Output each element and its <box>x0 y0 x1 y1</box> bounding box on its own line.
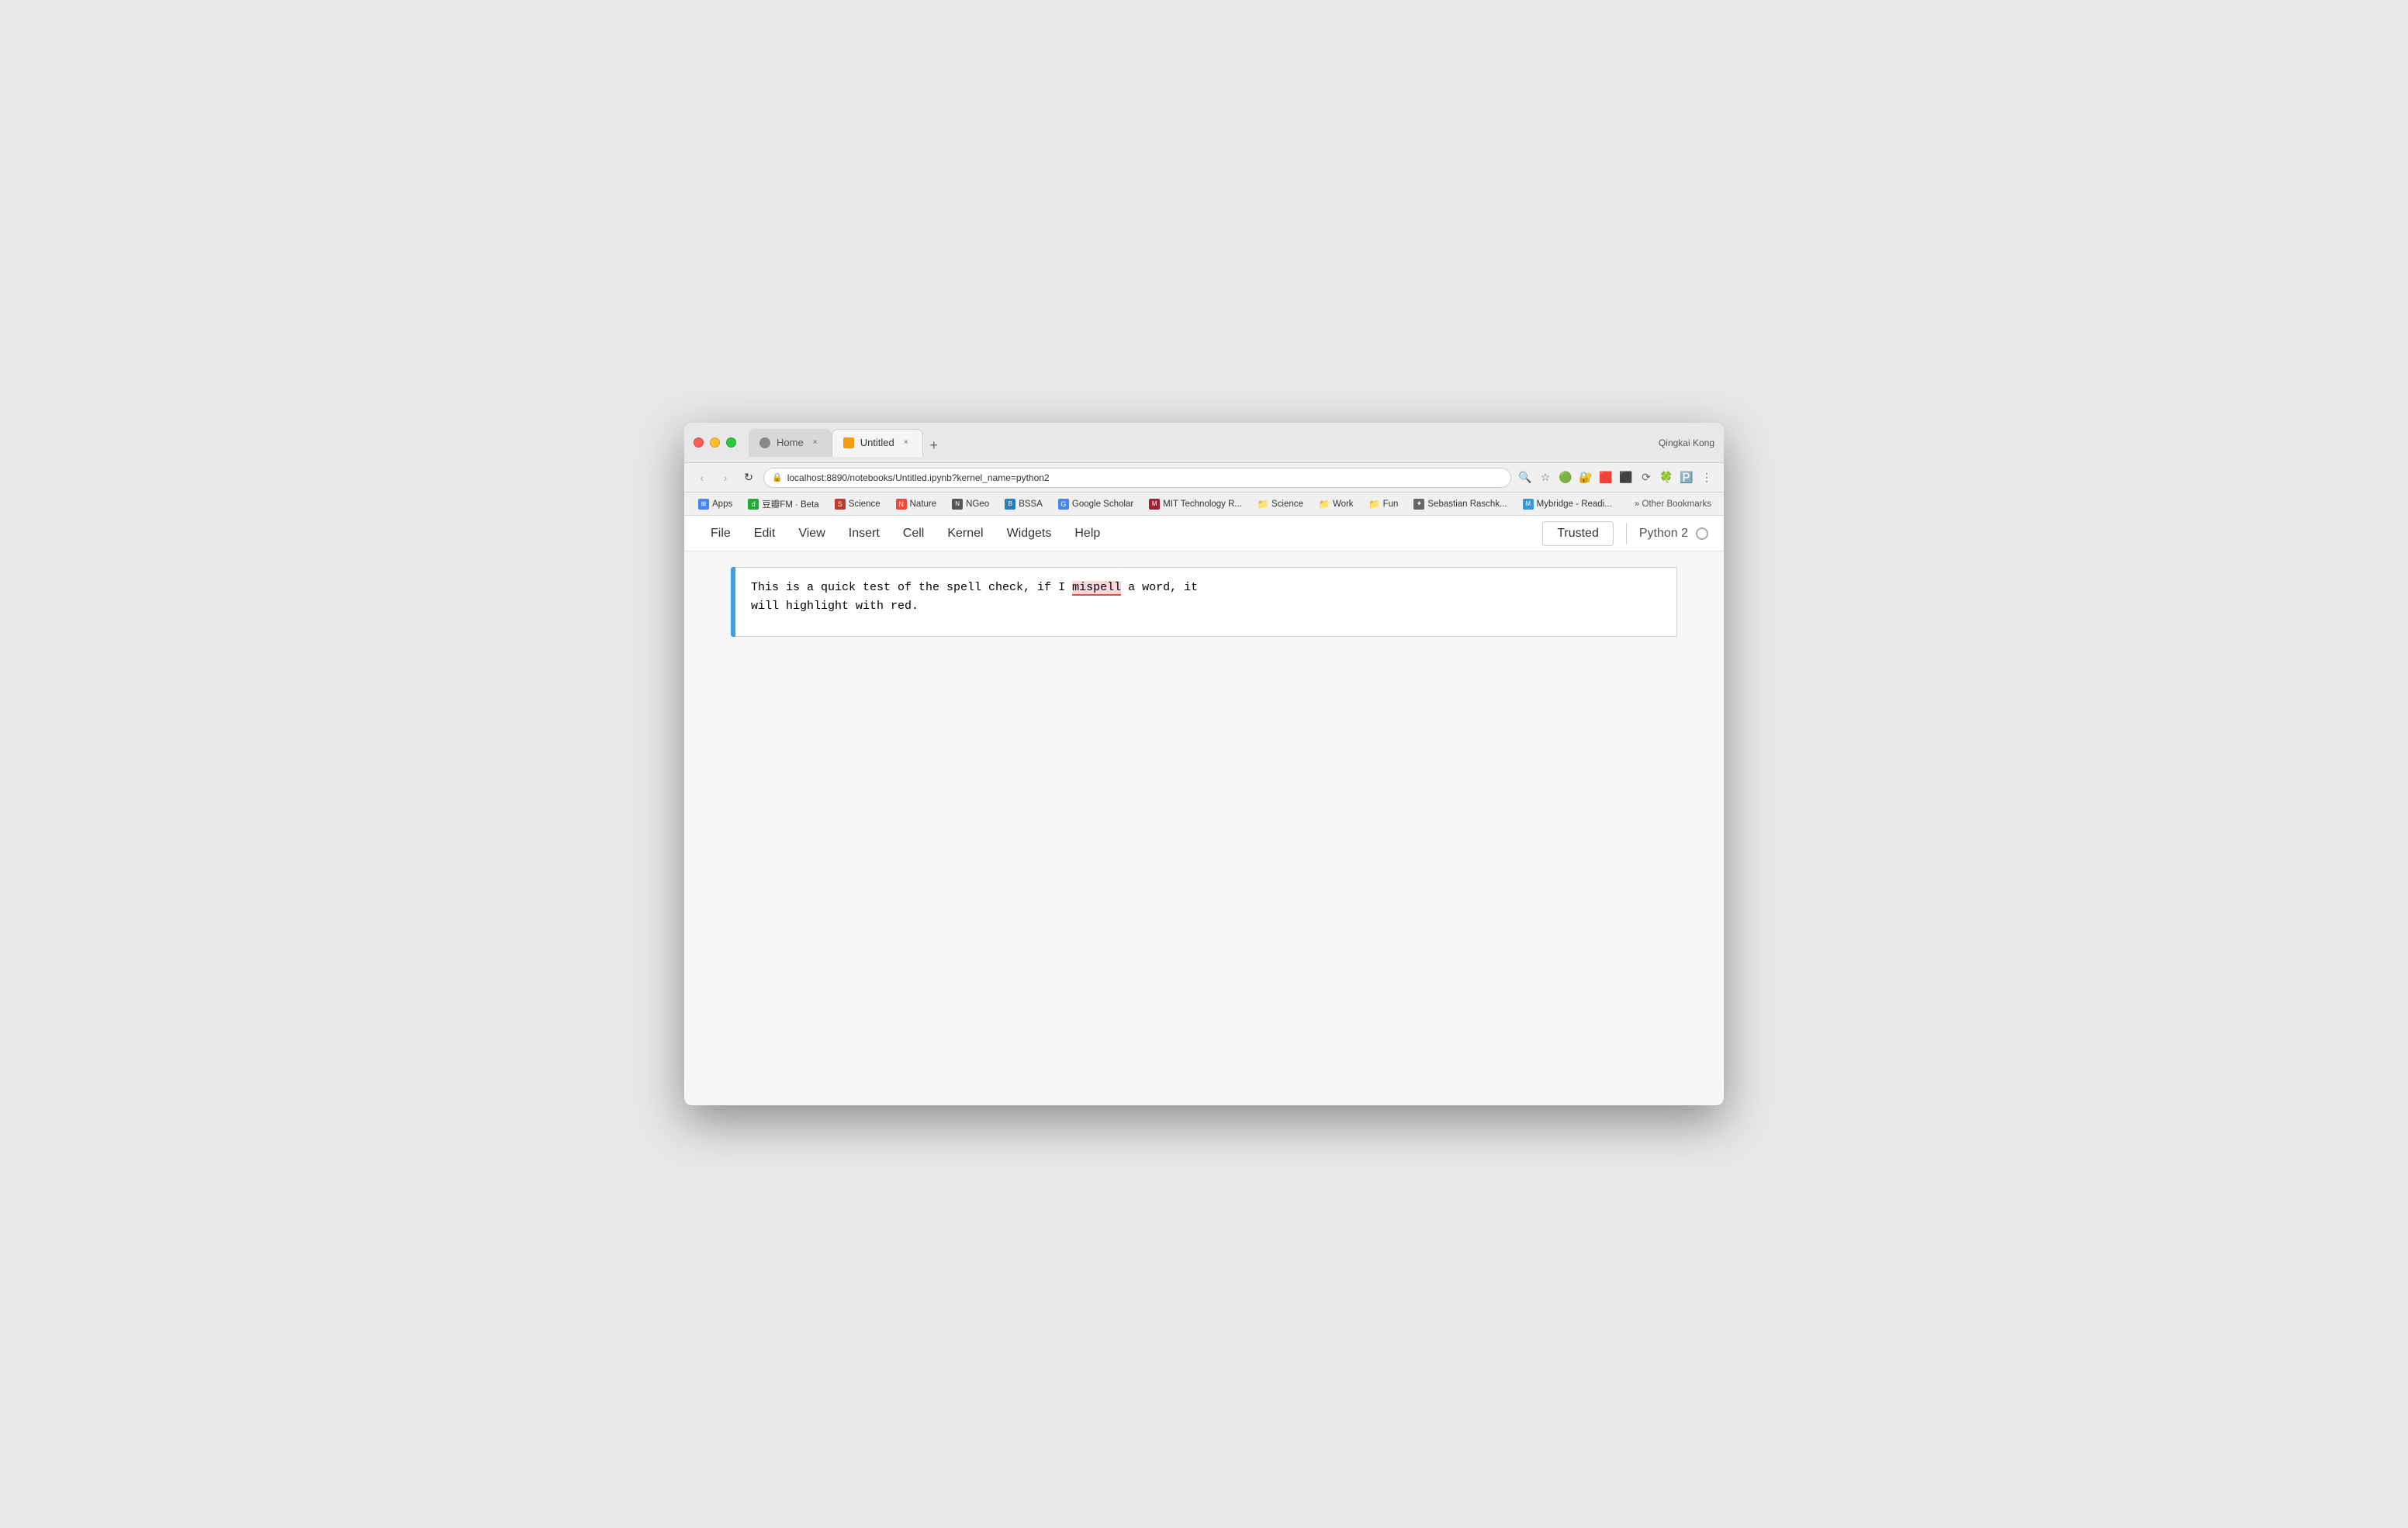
extension-5-icon[interactable]: ⟳ <box>1638 470 1654 486</box>
user-label: Qingkai Kong <box>1659 437 1714 448</box>
menu-help[interactable]: Help <box>1064 522 1111 545</box>
search-icon[interactable]: 🔍 <box>1517 470 1533 486</box>
extension-7-icon[interactable]: 🅿️ <box>1679 470 1694 486</box>
bookmark-mit-icon: M <box>1149 499 1160 510</box>
extension-4-icon[interactable]: ⬛ <box>1618 470 1634 486</box>
bookmark-douban[interactable]: d 豆瓣FM · Beta <box>742 496 825 512</box>
refresh-button[interactable]: ↻ <box>740 469 757 486</box>
bookmark-gscholar[interactable]: G Google Scholar <box>1052 497 1140 511</box>
kernel-status-circle <box>1696 527 1708 540</box>
browser-window: Home × Untitled × + Qingkai Kong ‹ › ↻ 🔒… <box>684 423 1724 1105</box>
menu-file[interactable]: File <box>700 522 742 545</box>
forward-button[interactable]: › <box>717 469 734 486</box>
bookmark-sci2[interactable]: 📁 Science <box>1251 497 1310 511</box>
tab-untitled-close[interactable]: × <box>901 437 912 448</box>
bookmark-sebastian-icon: ✦ <box>1413 499 1424 510</box>
bookmark-mit[interactable]: M MIT Technology R... <box>1143 497 1248 511</box>
bookmark-bssa[interactable]: B BSSA <box>998 497 1049 511</box>
jupyter-menu-items: File Edit View Insert Cell Kernel Widget… <box>700 522 1542 545</box>
bookmark-apps-icon: ⊞ <box>698 499 709 510</box>
extension-2-icon[interactable]: 🔐 <box>1578 470 1593 486</box>
star-icon[interactable]: ☆ <box>1538 470 1553 486</box>
menu-icon[interactable]: ⋮ <box>1699 470 1714 486</box>
bookmark-bssa-label: BSSA <box>1019 500 1043 509</box>
bookmark-work-label: Work <box>1333 500 1354 509</box>
title-bar: Home × Untitled × + Qingkai Kong <box>684 423 1724 463</box>
bookmark-mybridge[interactable]: M Mybridge - Readi... <box>1517 497 1618 511</box>
bookmark-work[interactable]: 📁 Work <box>1313 497 1360 511</box>
extension-3-icon[interactable]: 🟥 <box>1598 470 1614 486</box>
bookmark-apps-label: Apps <box>712 500 732 509</box>
close-button[interactable] <box>694 437 704 448</box>
bookmark-sebastian[interactable]: ✦ Sebastian Raschk... <box>1407 497 1513 511</box>
nav-bar: ‹ › ↻ 🔒 localhost:8890/notebooks/Untitle… <box>684 463 1724 493</box>
bookmark-ngeo-label: NGeo <box>966 500 989 509</box>
address-text: localhost:8890/notebooks/Untitled.ipynb?… <box>787 472 1050 483</box>
menu-cell[interactable]: Cell <box>892 522 936 545</box>
bookmark-gscholar-label: Google Scholar <box>1072 500 1133 509</box>
bookmark-nature-icon: N <box>896 499 907 510</box>
bookmark-bssa-icon: B <box>1005 499 1015 510</box>
bookmark-nature-label: Nature <box>910 500 937 509</box>
bookmark-mybridge-label: Mybridge - Readi... <box>1537 500 1612 509</box>
bookmark-ngeo-icon: N <box>952 499 963 510</box>
maximize-button[interactable] <box>726 437 736 448</box>
tab-untitled[interactable]: Untitled × <box>832 429 923 457</box>
bookmark-science-label: Science <box>849 500 881 509</box>
bookmarks-bar: ⊞ Apps d 豆瓣FM · Beta S Science N Nature … <box>684 493 1724 516</box>
nav-actions: 🔍 ☆ 🟢 🔐 🟥 ⬛ ⟳ 🍀 🅿️ ⋮ <box>1517 470 1714 486</box>
back-button[interactable]: ‹ <box>694 469 711 486</box>
tab-home-close[interactable]: × <box>810 437 821 448</box>
separator <box>1626 523 1627 544</box>
bookmark-science[interactable]: S Science <box>829 497 887 511</box>
bookmark-mybridge-icon: M <box>1523 499 1534 510</box>
menu-view[interactable]: View <box>787 522 836 545</box>
bookmark-ngeo[interactable]: N NGeo <box>946 497 995 511</box>
bookmark-nature[interactable]: N Nature <box>890 497 943 511</box>
bookmark-sci2-label: Science <box>1271 500 1303 509</box>
tab-untitled-label: Untitled <box>860 437 894 448</box>
bookmark-work-icon: 📁 <box>1319 499 1330 510</box>
cell-text-before: This is a quick test of the spell check,… <box>751 581 1072 594</box>
bookmark-fun-label: Fun <box>1383 500 1399 509</box>
bookmark-mit-label: MIT Technology R... <box>1163 500 1242 509</box>
address-bar[interactable]: 🔒 localhost:8890/notebooks/Untitled.ipyn… <box>763 468 1511 488</box>
traffic-lights <box>694 437 736 448</box>
bookmark-fun[interactable]: 📁 Fun <box>1363 497 1405 511</box>
menu-kernel[interactable]: Kernel <box>936 522 994 545</box>
notebook-inner: This is a quick test of the spell check,… <box>715 567 1693 637</box>
bookmark-sci2-icon: 📁 <box>1258 499 1268 510</box>
minimize-button[interactable] <box>710 437 720 448</box>
tab-untitled-icon <box>843 437 854 448</box>
other-bookmarks[interactable]: » Other Bookmarks <box>1630 498 1716 510</box>
other-bookmarks-label: » Other Bookmarks <box>1635 500 1711 509</box>
tab-home-icon <box>759 437 770 448</box>
kernel-label: Python 2 <box>1639 527 1688 541</box>
tab-bar: Home × Untitled × + <box>749 429 1659 457</box>
tab-home[interactable]: Home × <box>749 429 832 457</box>
menu-insert[interactable]: Insert <box>838 522 891 545</box>
bookmark-science-icon: S <box>835 499 846 510</box>
jupyter-right: Trusted Python 2 <box>1542 521 1708 546</box>
menu-widgets[interactable]: Widgets <box>996 522 1063 545</box>
cell-container: This is a quick test of the spell check,… <box>731 567 1677 637</box>
tab-home-label: Home <box>777 437 804 448</box>
bookmark-sebastian-label: Sebastian Raschk... <box>1427 500 1507 509</box>
menu-edit[interactable]: Edit <box>743 522 787 545</box>
lock-icon: 🔒 <box>772 472 783 482</box>
notebook-area: This is a quick test of the spell check,… <box>684 551 1724 1105</box>
misspelled-word: mispell <box>1072 581 1121 596</box>
cell-input[interactable]: This is a quick test of the spell check,… <box>735 567 1677 637</box>
bookmark-gscholar-icon: G <box>1058 499 1069 510</box>
kernel-indicator: Python 2 <box>1639 527 1708 541</box>
bookmark-fun-icon: 📁 <box>1369 499 1380 510</box>
bookmark-douban-label: 豆瓣FM · Beta <box>762 498 818 510</box>
trusted-button[interactable]: Trusted <box>1542 521 1614 546</box>
extension-1-icon[interactable]: 🟢 <box>1558 470 1573 486</box>
new-tab-button[interactable]: + <box>923 435 945 457</box>
bookmark-douban-icon: d <box>748 499 759 510</box>
bookmark-apps[interactable]: ⊞ Apps <box>692 497 739 511</box>
jupyter-menu-bar: File Edit View Insert Cell Kernel Widget… <box>684 516 1724 551</box>
extension-6-icon[interactable]: 🍀 <box>1659 470 1674 486</box>
